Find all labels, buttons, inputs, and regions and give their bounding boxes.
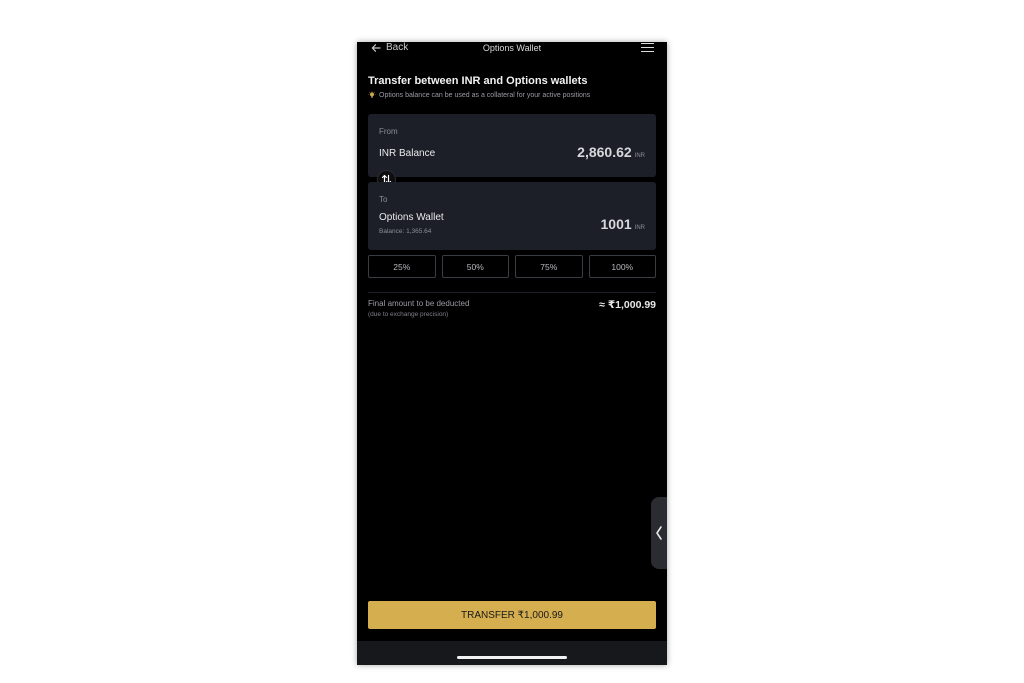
final-amount-label: Final amount to be deducted (368, 299, 470, 308)
transfer-heading: Transfer between INR and Options wallets (368, 75, 588, 87)
bottom-bar (357, 641, 667, 665)
from-wallet-name: INR Balance (379, 148, 436, 159)
percent-25-button[interactable]: 25% (368, 255, 436, 278)
to-wallet-balance: Balance: 1,365.64 (379, 228, 432, 235)
side-drawer-handle[interactable] (651, 497, 667, 569)
percent-50-button[interactable]: 50% (441, 255, 509, 278)
from-amount-value: 2,860.62 (577, 144, 632, 160)
page-title: Options Wallet (482, 43, 542, 53)
percent-100-button[interactable]: 100% (588, 255, 656, 278)
percent-selector: 25% 50% 75% 100% (368, 255, 656, 278)
lightbulb-icon (368, 91, 376, 98)
collateral-hint: Options balance can be used as a collate… (368, 91, 590, 99)
percent-75-button[interactable]: 75% (515, 255, 583, 278)
to-label: To (379, 195, 388, 204)
to-amount[interactable]: 1001 INR (601, 216, 646, 232)
phone-screen: Back Options Wallet Transfer between INR… (357, 42, 667, 665)
to-currency: INR (634, 225, 645, 231)
to-wallet-name: Options Wallet (379, 212, 444, 223)
to-card: To Options Wallet Balance: 1,365.64 1001… (368, 182, 656, 250)
final-amount-note: (due to exchange precision) (368, 311, 449, 318)
to-amount-value[interactable]: 1001 (601, 216, 632, 232)
chevron-left-icon (656, 526, 662, 540)
app-header: Back Options Wallet (357, 42, 667, 56)
hint-text: Options balance can be used as a collate… (379, 91, 591, 99)
transfer-button[interactable]: TRANSFER ₹1,000.99 (368, 601, 656, 629)
from-amount: 2,860.62 INR (577, 144, 645, 160)
from-label: From (379, 127, 398, 136)
home-indicator[interactable] (457, 656, 567, 659)
hamburger-menu-icon[interactable] (641, 43, 655, 53)
divider (368, 292, 656, 293)
from-currency: INR (634, 153, 645, 159)
from-card: From INR Balance 2,860.62 INR (368, 114, 656, 177)
final-amount-value: ≈ ₹1,000.99 (599, 299, 656, 311)
